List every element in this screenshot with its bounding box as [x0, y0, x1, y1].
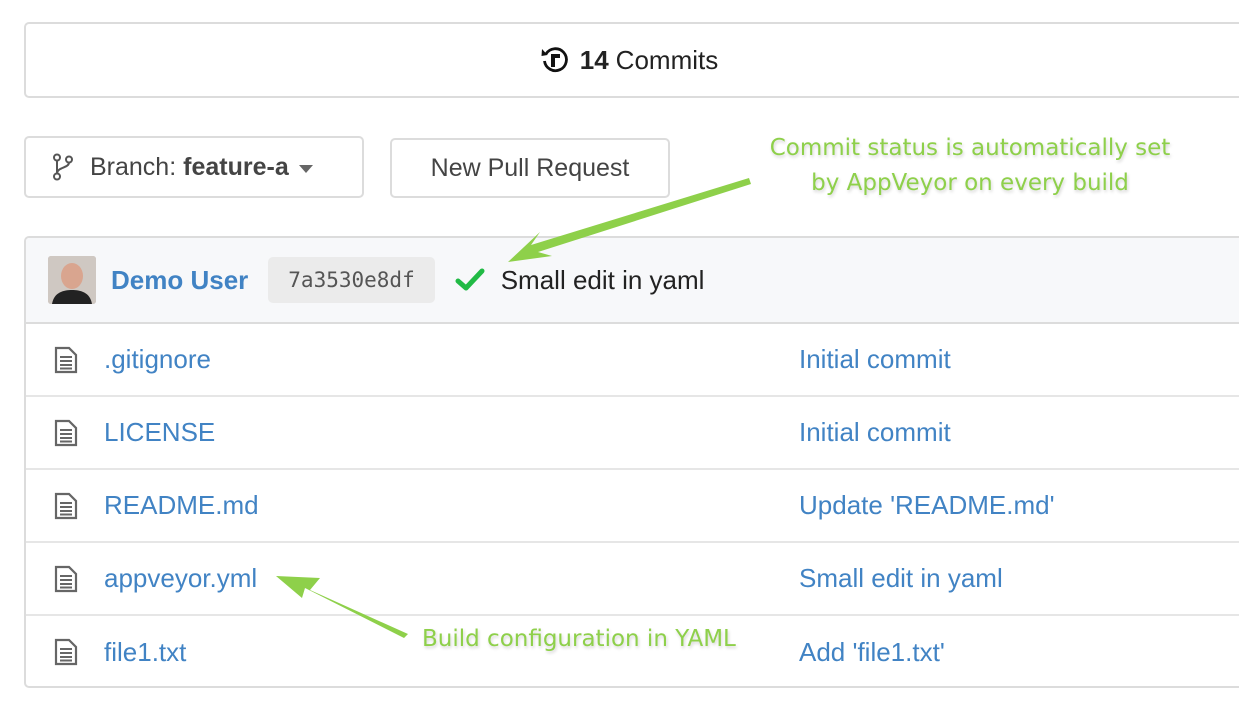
file-row: appveyor.yml Small edit in yaml	[26, 543, 1239, 616]
commits-count-bar[interactable]: 14 Commits	[24, 22, 1239, 98]
annotation-line: Commit status is automatically set	[769, 135, 1171, 161]
file-commit-link[interactable]: Small edit in yaml	[799, 563, 1003, 594]
avatar[interactable]	[48, 256, 96, 304]
chevron-down-icon	[298, 164, 313, 173]
annotation-yaml: Build configuration in YAML	[422, 626, 736, 652]
file-name-link[interactable]: LICENSE	[104, 417, 215, 448]
file-list-panel: Demo User 7a3530e8df Small edit in yaml …	[24, 236, 1239, 688]
annotation-line: by AppVeyor on every build	[811, 170, 1129, 196]
branch-label: Branch:	[90, 152, 177, 181]
file-commit-link[interactable]: Initial commit	[799, 344, 951, 375]
annotation-commit-status: Commit status is automatically set by Ap…	[745, 131, 1195, 201]
file-name-link[interactable]: appveyor.yml	[104, 563, 257, 594]
file-name-link[interactable]: README.md	[104, 490, 259, 521]
file-row: README.md Update 'README.md'	[26, 470, 1239, 543]
commit-message[interactable]: Small edit in yaml	[501, 265, 705, 296]
git-branch-icon	[52, 153, 74, 181]
file-icon	[54, 638, 78, 666]
file-icon	[54, 419, 78, 447]
file-icon	[54, 565, 78, 593]
commits-label: Commits	[615, 44, 719, 75]
branch-value: feature-a	[183, 152, 289, 181]
check-icon[interactable]	[455, 267, 485, 293]
file-icon	[54, 492, 78, 520]
file-commit-link[interactable]: Update 'README.md'	[799, 490, 1055, 521]
file-name-link[interactable]: .gitignore	[104, 344, 211, 375]
history-icon	[540, 45, 570, 75]
file-row: LICENSE Initial commit	[26, 397, 1239, 470]
commit-sha[interactable]: 7a3530e8df	[268, 257, 435, 303]
file-commit-link[interactable]: Initial commit	[799, 417, 951, 448]
new-pull-request-button[interactable]: New Pull Request	[390, 138, 670, 198]
commit-author[interactable]: Demo User	[111, 265, 248, 296]
file-name-link[interactable]: file1.txt	[104, 637, 186, 668]
file-commit-link[interactable]: Add 'file1.txt'	[799, 637, 945, 668]
latest-commit-header: Demo User 7a3530e8df Small edit in yaml	[26, 238, 1239, 324]
branch-selector[interactable]: Branch: feature-a	[24, 136, 364, 198]
file-icon	[54, 346, 78, 374]
file-row: .gitignore Initial commit	[26, 324, 1239, 397]
commits-count: 14	[579, 44, 609, 75]
